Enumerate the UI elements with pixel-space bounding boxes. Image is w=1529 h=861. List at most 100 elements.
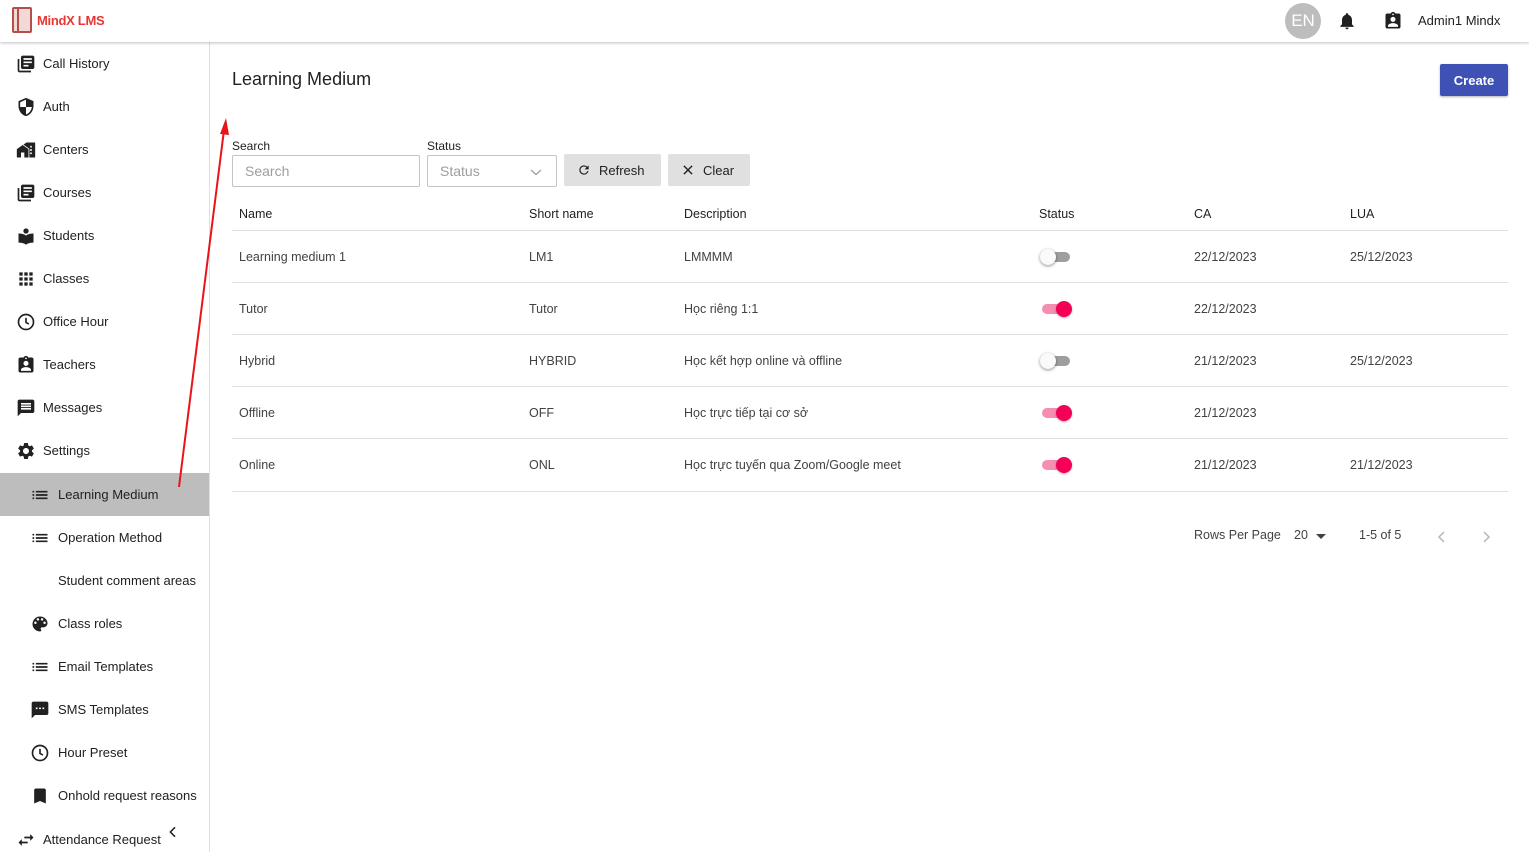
cell-ca: 21/12/2023 bbox=[1194, 458, 1257, 472]
sidebar-item-label: Operation Method bbox=[58, 530, 163, 545]
status-toggle[interactable] bbox=[1042, 300, 1072, 317]
toggle-knob bbox=[1040, 352, 1056, 369]
sidebar-item-messages[interactable]: Messages bbox=[0, 386, 209, 429]
cell-description: Học kết hợp online và offline bbox=[684, 353, 843, 368]
cell-description: Học trực tiếp tại cơ sở bbox=[684, 405, 809, 420]
status-toggle[interactable] bbox=[1040, 352, 1070, 369]
rows-per-page-value: 20 bbox=[1294, 528, 1308, 542]
chevron-left-icon[interactable] bbox=[166, 825, 180, 839]
cell-short-name: OFF bbox=[529, 405, 554, 420]
sidebar-item-label: Centers bbox=[43, 142, 89, 157]
cell-status bbox=[1042, 439, 1072, 491]
sidebar-item-centers[interactable]: Centers bbox=[0, 128, 209, 171]
sidebar-item-label: Students bbox=[43, 228, 95, 243]
cell-status bbox=[1040, 231, 1070, 282]
sidebar-item-office-hour[interactable]: Office Hour bbox=[0, 300, 209, 343]
sidebar-item-email-templates[interactable]: Email Templates bbox=[0, 645, 209, 688]
cell-ca: 21/12/2023 bbox=[1194, 353, 1257, 368]
cell-description: Học trực tuyến qua Zoom/Google meet bbox=[684, 458, 901, 472]
user-name[interactable]: Admin1 Mindx bbox=[1418, 13, 1500, 28]
cell-name: Offline bbox=[239, 405, 275, 420]
table-row[interactable]: Tutor Tutor Học riêng 1:1 22/12/2023 bbox=[232, 283, 1508, 335]
cell-status bbox=[1040, 335, 1070, 386]
account-badge-icon[interactable] bbox=[1383, 10, 1403, 32]
rows-per-page-label: Rows Per Page bbox=[1194, 528, 1281, 542]
close-icon bbox=[683, 165, 693, 175]
column-header-description[interactable]: Description bbox=[684, 198, 747, 230]
centers-icon bbox=[16, 142, 36, 157]
status-label: Status bbox=[427, 139, 462, 153]
status-select[interactable]: Status bbox=[427, 155, 557, 187]
sidebar-item-label: Call History bbox=[43, 56, 110, 71]
app-logo[interactable]: MindX LMS bbox=[12, 7, 105, 33]
table-row[interactable]: Offline OFF Học trực tiếp tại cơ sở 21/1… bbox=[232, 387, 1508, 439]
sidebar-item-settings[interactable]: Settings bbox=[0, 429, 209, 472]
cell-ca: 22/12/2023 bbox=[1194, 249, 1257, 264]
cell-ca: 22/12/2023 bbox=[1194, 301, 1257, 316]
chevron-down-icon bbox=[530, 169, 542, 176]
clock-icon bbox=[31, 744, 49, 761]
clock-icon bbox=[17, 313, 35, 330]
cell-short-name: Tutor bbox=[529, 301, 558, 316]
cell-status bbox=[1042, 387, 1072, 438]
learning-medium-table: Name Short name Description Status CA LU… bbox=[232, 198, 1508, 492]
logo-text: MindX LMS bbox=[37, 12, 105, 28]
sidebar-item-auth[interactable]: Auth bbox=[0, 85, 209, 128]
sidebar-item-call-history[interactable]: Call History bbox=[0, 42, 209, 85]
sidebar-item-student-comment-areas[interactable]: Student comment areas bbox=[0, 559, 209, 602]
sidebar-item-label: SMS Templates bbox=[58, 702, 149, 717]
column-header-name[interactable]: Name bbox=[239, 198, 272, 230]
sidebar-item-label: Hour Preset bbox=[58, 745, 128, 760]
cell-short-name: LM1 bbox=[529, 249, 554, 264]
clear-button[interactable]: Clear bbox=[668, 154, 750, 186]
sidebar-item-classes[interactable]: Classes bbox=[0, 257, 209, 300]
cell-name: Hybrid bbox=[239, 353, 276, 368]
sidebar-item-label: Student comment areas bbox=[58, 573, 197, 588]
sidebar-item-students[interactable]: Students bbox=[0, 214, 209, 257]
status-toggle[interactable] bbox=[1042, 457, 1072, 473]
table-header-row: Name Short name Description Status CA LU… bbox=[232, 198, 1508, 231]
book-logo-icon bbox=[12, 7, 32, 33]
previous-page-icon[interactable] bbox=[1436, 530, 1448, 544]
palette-icon bbox=[32, 616, 48, 631]
cell-short-name: HYBRID bbox=[529, 353, 577, 368]
column-header-short-name[interactable]: Short name bbox=[529, 198, 594, 230]
sidebar-item-label: Messages bbox=[43, 400, 103, 415]
sidebar-item-learning-medium[interactable]: Learning Medium bbox=[0, 473, 209, 516]
sidebar-item-class-roles[interactable]: Class roles bbox=[0, 602, 209, 645]
refresh-button[interactable]: Refresh bbox=[564, 154, 661, 186]
table-row[interactable]: Hybrid HYBRID Học kết hợp online và offl… bbox=[232, 335, 1508, 387]
sidebar-item-courses[interactable]: Courses bbox=[0, 171, 209, 214]
column-header-ca[interactable]: CA bbox=[1194, 198, 1211, 230]
bell-icon[interactable] bbox=[1337, 10, 1357, 32]
cell-name: Learning medium 1 bbox=[239, 249, 347, 264]
status-toggle[interactable] bbox=[1042, 404, 1072, 421]
cell-lua: 21/12/2023 bbox=[1350, 458, 1413, 472]
sidebar-item-label: Settings bbox=[43, 443, 90, 458]
table-row[interactable]: Learning medium 1 LM1 LMMMM 22/12/2023 2… bbox=[232, 231, 1508, 283]
cell-lua: 25/12/2023 bbox=[1350, 249, 1413, 264]
shield-icon bbox=[18, 97, 34, 116]
column-header-lua[interactable]: LUA bbox=[1350, 198, 1374, 230]
sidebar-item-operation-method[interactable]: Operation Method bbox=[0, 516, 209, 559]
sidebar-item-teachers[interactable]: Teachers bbox=[0, 343, 209, 386]
grid-icon bbox=[19, 271, 33, 286]
create-button[interactable]: Create bbox=[1440, 64, 1508, 96]
sidebar-item-sms-templates[interactable]: SMS Templates bbox=[0, 688, 209, 731]
sidebar-item-label: Classes bbox=[43, 271, 90, 286]
next-page-icon[interactable] bbox=[1480, 530, 1492, 544]
sidebar-item-onhold-request-reasons[interactable]: Onhold request reasons bbox=[0, 774, 209, 817]
cell-description: LMMMM bbox=[684, 249, 733, 264]
rows-per-page-select[interactable]: 20 bbox=[1294, 528, 1326, 542]
sidebar-item-label: Class roles bbox=[58, 616, 123, 631]
sidebar-item-hour-preset[interactable]: Hour Preset bbox=[0, 731, 209, 774]
sidebar-item-label: Onhold request reasons bbox=[58, 788, 197, 803]
sidebar: Call History Auth Centers Courses Studen… bbox=[0, 42, 210, 852]
sidebar-item-label: Office Hour bbox=[43, 314, 109, 329]
table-row[interactable]: Online ONL Học trực tuyến qua Zoom/Googl… bbox=[232, 439, 1508, 492]
language-switcher[interactable]: EN bbox=[1285, 3, 1321, 39]
search-input[interactable] bbox=[232, 155, 420, 187]
status-toggle[interactable] bbox=[1040, 248, 1070, 265]
sidebar-item-label: Courses bbox=[43, 185, 92, 200]
column-header-status[interactable]: Status bbox=[1039, 198, 1074, 230]
